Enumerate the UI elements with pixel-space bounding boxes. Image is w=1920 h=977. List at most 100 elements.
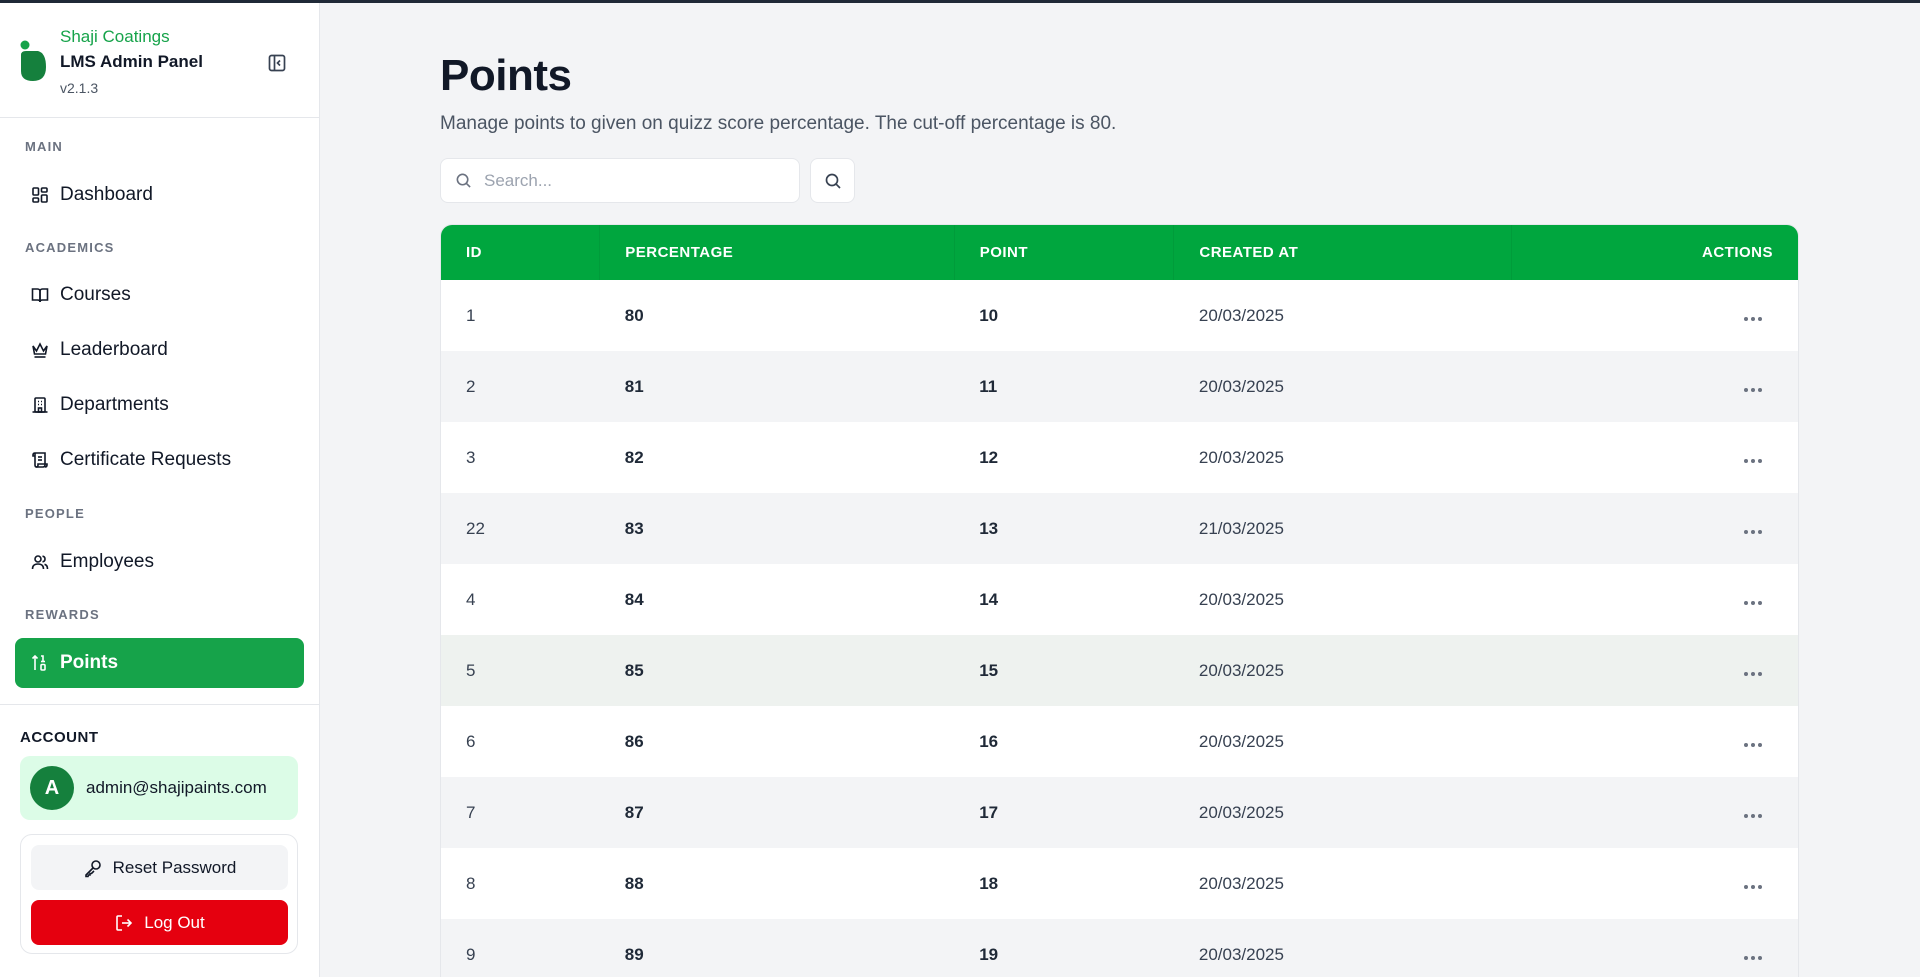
sidebar-item-label: Dashboard [60,184,153,205]
cell-id: 9 [466,944,476,964]
cell-point: 19 [979,944,999,964]
sort-numeric-icon [30,653,50,673]
more-actions-icon[interactable] [1740,455,1766,467]
logout-icon [114,913,134,933]
points-table: ID PERCENTAGE POINT CREATED AT ACTIONS 1… [441,225,1798,977]
table-row[interactable]: 8 88 18 20/03/2025 [441,848,1798,919]
logout-label: Log Out [144,912,205,932]
sidebar-item-dashboard[interactable]: Dashboard [15,170,304,220]
cell-created-at: 20/03/2025 [1198,873,1284,893]
cell-percentage: 82 [624,447,644,467]
cell-actions [1511,777,1798,848]
cell-point: 13 [979,518,999,538]
more-actions-icon[interactable] [1740,384,1766,396]
column-header-point[interactable]: POINT [954,225,1175,280]
cell-percentage: 81 [624,376,644,396]
table-row[interactable]: 22 83 13 21/03/2025 [441,493,1798,564]
sidebar: Shaji Coatings LMS Admin Panel v2.1.3 MA… [0,3,320,977]
cell-point: 17 [979,802,999,822]
table-row[interactable]: 1 80 10 20/03/2025 [441,280,1798,351]
sidebar-item-label: Employees [60,551,154,572]
cell-actions [1511,564,1798,635]
table-row[interactable]: 6 86 16 20/03/2025 [441,706,1798,777]
search-icon [456,173,471,188]
cell-percentage: 86 [624,731,644,751]
brand-header: Shaji Coatings LMS Admin Panel v2.1.3 [0,3,319,118]
brand-logo-icon [20,40,46,81]
sidebar-item-label: Leaderboard [60,339,168,360]
more-actions-icon[interactable] [1740,526,1766,538]
search-icon [825,173,841,189]
sidebar-item-employees[interactable]: Employees [15,537,304,587]
cell-actions [1511,422,1798,493]
sidebar-item-courses[interactable]: Courses [15,270,304,320]
sidebar-item-leaderboard[interactable]: Leaderboard [15,325,304,375]
cell-created-at: 20/03/2025 [1198,944,1284,964]
table-row[interactable]: 5 85 15 20/03/2025 [441,635,1798,706]
page-subtitle: Manage points to given on quizz score pe… [440,113,1117,134]
cell-actions [1511,351,1798,422]
cell-created-at: 20/03/2025 [1198,376,1284,396]
search-button[interactable] [810,158,855,203]
sidebar-item-certificate-requests[interactable]: Certificate Requests [15,435,304,485]
cell-id: 22 [466,518,485,538]
search-input[interactable] [484,170,774,191]
more-actions-icon[interactable] [1740,597,1766,609]
cell-point: 10 [979,305,999,325]
app-version: v2.1.3 [60,80,99,96]
table-row[interactable]: 3 82 12 20/03/2025 [441,422,1798,493]
cell-percentage: 80 [624,305,644,325]
cell-actions [1511,706,1798,777]
avatar: A [30,766,74,810]
more-actions-icon[interactable] [1740,952,1766,964]
collapse-sidebar-button[interactable] [264,50,290,76]
reset-password-label: Reset Password [112,857,237,877]
cell-actions [1511,848,1798,919]
cell-created-at: 21/03/2025 [1198,518,1284,538]
account-actions: Reset Password Log Out [20,834,298,954]
company-name: Shaji Coatings [60,27,170,46]
more-actions-icon[interactable] [1740,881,1766,893]
more-actions-icon[interactable] [1740,313,1766,325]
table-row[interactable]: 9 89 19 20/03/2025 [441,919,1798,977]
crown-icon [30,340,50,360]
cell-actions [1511,493,1798,564]
cell-percentage: 85 [624,660,644,680]
cell-actions [1511,280,1798,351]
cell-created-at: 20/03/2025 [1198,802,1284,822]
table-row[interactable]: 2 81 11 20/03/2025 [441,351,1798,422]
building-icon [30,395,50,415]
section-label-rewards: REWARDS [25,607,100,622]
sidebar-item-points[interactable]: Points [15,638,304,688]
cell-actions [1511,635,1798,706]
cell-id: 5 [466,660,476,680]
reset-password-button[interactable]: Reset Password [31,845,288,890]
cell-id: 1 [466,305,476,325]
account-panel: ACCOUNT A admin@shajipaints.com Reset Pa… [0,704,320,977]
column-header-created-at[interactable]: CREATED AT [1173,225,1512,280]
sidebar-collapse-icon [268,54,286,72]
cell-id: 8 [466,873,476,893]
logout-button[interactable]: Log Out [31,900,288,945]
cell-created-at: 20/03/2025 [1198,589,1284,609]
section-label-people: PEOPLE [25,506,85,521]
cell-percentage: 84 [624,589,644,609]
cell-point: 14 [979,589,999,609]
cell-percentage: 88 [624,873,644,893]
table-row[interactable]: 7 87 17 20/03/2025 [441,777,1798,848]
sidebar-item-departments[interactable]: Departments [15,380,304,430]
column-header-percentage[interactable]: PERCENTAGE [599,225,955,280]
dashboard-icon [30,185,50,205]
more-actions-icon[interactable] [1740,668,1766,680]
cell-percentage: 87 [624,802,644,822]
column-header-id[interactable]: ID [441,225,601,280]
cell-id: 3 [466,447,476,467]
cell-created-at: 20/03/2025 [1198,731,1284,751]
more-actions-icon[interactable] [1740,739,1766,751]
more-actions-icon[interactable] [1740,810,1766,822]
table-row[interactable]: 4 84 14 20/03/2025 [441,564,1798,635]
table-header-row: ID PERCENTAGE POINT CREATED AT ACTIONS [441,225,1798,280]
app-title: LMS Admin Panel [60,52,203,71]
cell-actions [1511,919,1798,977]
user-card[interactable]: A admin@shajipaints.com [20,756,298,820]
